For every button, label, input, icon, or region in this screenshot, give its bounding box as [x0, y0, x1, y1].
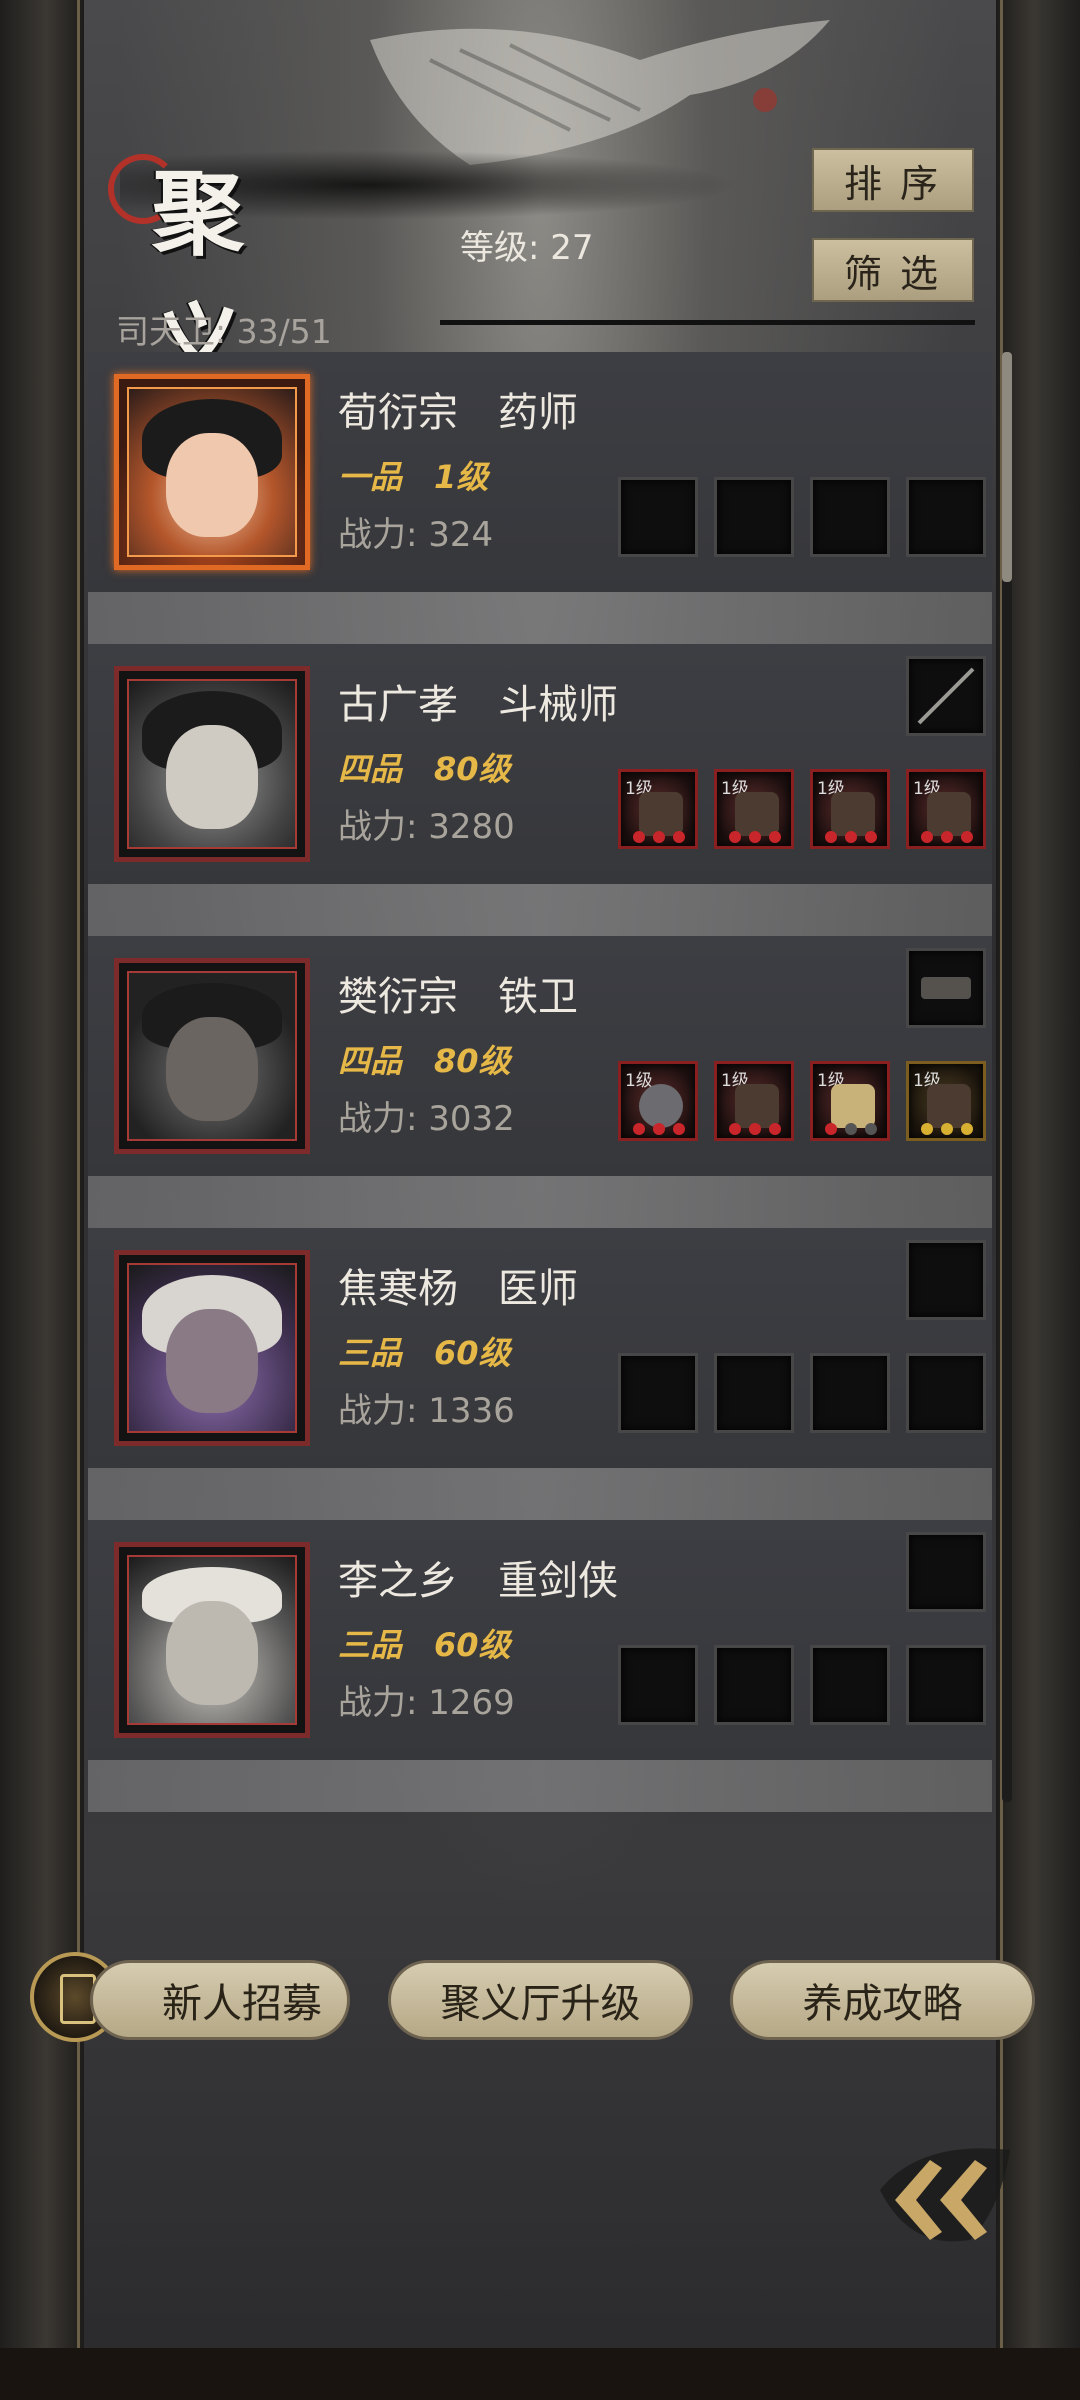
weapon-slot[interactable]: [906, 656, 986, 736]
boots-icon: [927, 792, 971, 836]
sort-button[interactable]: 排序: [812, 148, 974, 212]
spear-icon: [917, 667, 975, 725]
equipment-slot[interactable]: [906, 1645, 986, 1725]
equipment-slot[interactable]: [810, 1353, 890, 1433]
divider: [440, 320, 975, 325]
equipment-slot[interactable]: [618, 1353, 698, 1433]
equipment-slot[interactable]: [618, 477, 698, 557]
hero-card[interactable]: 荀衍宗 药师 一品 1级 战力: 324: [88, 352, 992, 592]
bottom-strip: [0, 2348, 1080, 2400]
hero-power: 战力: 1336: [338, 1391, 515, 1431]
equipment-slot[interactable]: 1级: [618, 769, 698, 849]
hero-name: 古广孝 斗械师: [338, 682, 618, 728]
shield-icon: [921, 977, 971, 999]
hall-upgrade-button[interactable]: 聚义厅升级: [388, 1960, 693, 2040]
hero-card[interactable]: 樊衍宗 铁卫 四品 80级 战力: 3032 1级 1级 1级 1级: [88, 936, 992, 1176]
hero-portrait[interactable]: [114, 958, 310, 1154]
equipment-slot[interactable]: 1级: [906, 1061, 986, 1141]
card-divider: [88, 884, 992, 936]
equipment-slot[interactable]: 1级: [714, 1061, 794, 1141]
guard-count: 司天卫: 33/51: [116, 312, 332, 351]
boots-icon: [927, 1084, 971, 1128]
hero-rank: 四品 80级: [338, 1042, 511, 1080]
equipment-slot[interactable]: 1级: [714, 769, 794, 849]
equipment-slot[interactable]: [714, 1353, 794, 1433]
equipment-slots: [618, 1353, 986, 1433]
training-guide-button[interactable]: 养成攻略: [730, 1960, 1035, 2040]
hall-level: 等级: 27: [460, 228, 594, 268]
equipment-slot[interactable]: [906, 1353, 986, 1433]
hero-power: 战力: 324: [338, 515, 494, 555]
hero-name: 樊衍宗 铁卫: [338, 974, 578, 1020]
hero-card[interactable]: 古广孝 斗械师 四品 80级 战力: 3280 1级 1级 1级 1级: [88, 644, 992, 884]
card-divider: [88, 1468, 992, 1520]
hero-name: 李之乡 重剑侠: [338, 1558, 618, 1604]
equipment-slot[interactable]: [810, 477, 890, 557]
recruit-button[interactable]: 新人招募: [90, 1960, 350, 2040]
equipment-slots: 1级 1级 1级 1级: [618, 1061, 986, 1141]
hero-list: 荀衍宗 药师 一品 1级 战力: 324 古广孝 斗械师 四品 80级 战力: …: [88, 352, 992, 1822]
equipment-slot[interactable]: 1级: [906, 769, 986, 849]
hero-rank: 一品 1级: [338, 458, 489, 496]
back-arrow-icon[interactable]: [860, 2120, 1030, 2270]
hero-portrait[interactable]: [114, 1250, 310, 1446]
armor-icon: [735, 1084, 779, 1128]
bracer-icon: [831, 1084, 875, 1128]
filter-button[interactable]: 筛选: [812, 238, 974, 302]
armor-icon: [735, 792, 779, 836]
equipment-slots: [618, 477, 986, 557]
crossbow-icon: [639, 792, 683, 836]
hero-rank: 三品 60级: [338, 1626, 511, 1664]
scrollbar-thumb[interactable]: [1002, 352, 1012, 582]
weapon-slot[interactable]: [906, 948, 986, 1028]
equipment-slot[interactable]: 1级: [810, 769, 890, 849]
equipment-slot[interactable]: [618, 1645, 698, 1725]
equipment-slot[interactable]: 1级: [618, 1061, 698, 1141]
card-divider: [88, 592, 992, 644]
hero-rank: 四品 80级: [338, 750, 511, 788]
equipment-slot[interactable]: [714, 477, 794, 557]
equipment-slots: 1级 1级 1级 1级: [618, 769, 986, 849]
hero-portrait[interactable]: [114, 666, 310, 862]
hero-name: 焦寒杨 医师: [338, 1266, 578, 1312]
hero-portrait[interactable]: [114, 374, 310, 570]
boots-icon: [831, 792, 875, 836]
hero-power: 战力: 3280: [338, 807, 515, 847]
hero-card[interactable]: 焦寒杨 医师 三品 60级 战力: 1336: [88, 1228, 992, 1468]
card-divider: [88, 1760, 992, 1812]
hero-power: 战力: 1269: [338, 1683, 515, 1723]
equipment-slot[interactable]: [906, 477, 986, 557]
hero-power: 战力: 3032: [338, 1099, 515, 1139]
hero-card[interactable]: 李之乡 重剑侠 三品 60级 战力: 1269: [88, 1520, 992, 1760]
equipment-slots: [618, 1645, 986, 1725]
hero-portrait[interactable]: [114, 1542, 310, 1738]
hero-rank: 三品 60级: [338, 1334, 511, 1372]
equipment-slot[interactable]: [714, 1645, 794, 1725]
mace-icon: [639, 1084, 683, 1128]
card-divider: [88, 1176, 992, 1228]
equipment-slot[interactable]: [810, 1645, 890, 1725]
weapon-slot[interactable]: [906, 1240, 986, 1320]
hero-name: 荀衍宗 药师: [338, 390, 578, 436]
weapon-slot[interactable]: [906, 1532, 986, 1612]
equipment-slot[interactable]: 1级: [810, 1061, 890, 1141]
